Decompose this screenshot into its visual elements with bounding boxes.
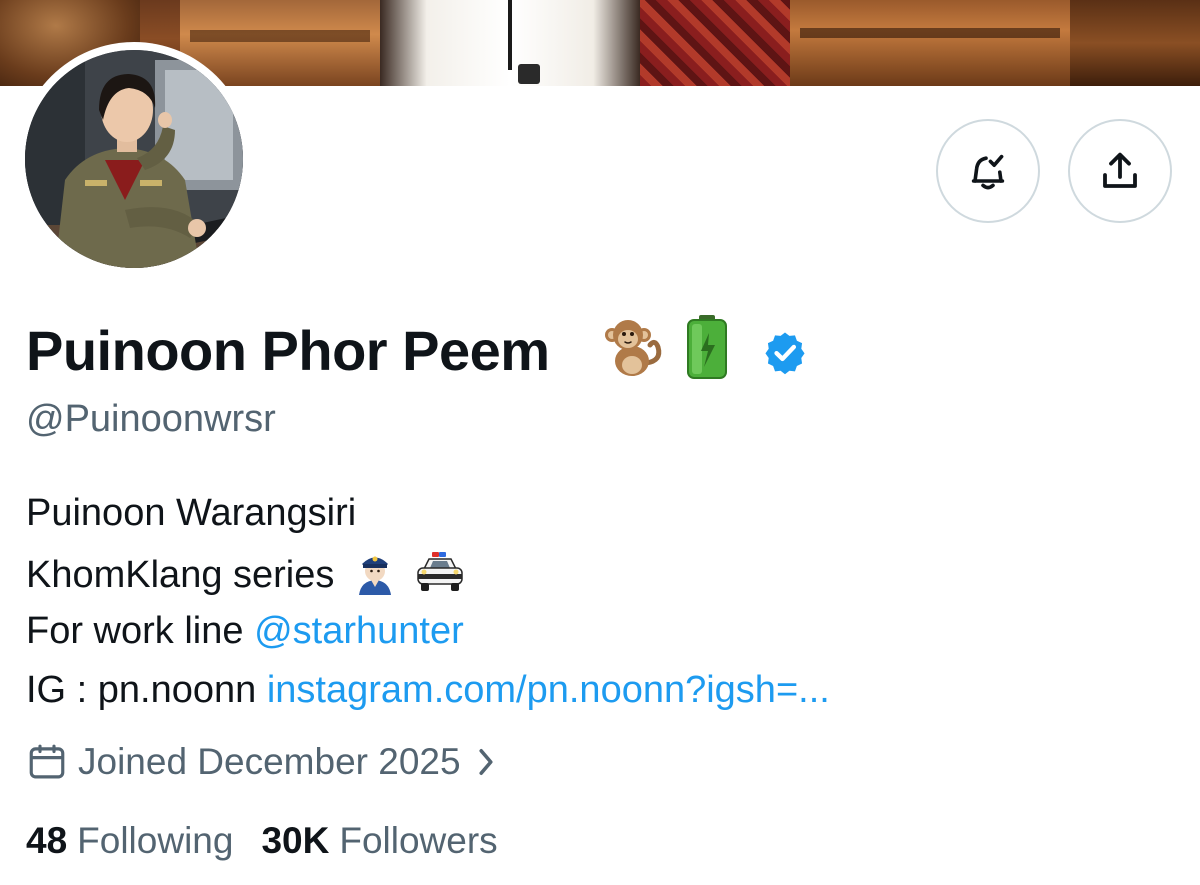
chevron-right-icon — [479, 749, 493, 775]
notify-button[interactable] — [936, 119, 1040, 223]
banner-shape — [508, 0, 512, 70]
joined-date-row[interactable]: Joined December 2025 — [26, 738, 497, 786]
profile-handle: @Puinoonwrsr — [26, 398, 276, 440]
bio-line-instagram: IG : pn.noonn instagram.com/pn.noonn?igs… — [26, 667, 830, 713]
monkey-emoji-icon — [605, 320, 662, 376]
bell-check-icon — [971, 154, 1005, 190]
profile-avatar[interactable] — [17, 42, 251, 276]
bio-ig-text: IG : pn.noonn — [26, 669, 257, 711]
banner-shape — [518, 64, 540, 84]
following-stat-link[interactable]: 48 Following — [26, 818, 233, 864]
following-count: 48 — [26, 820, 68, 861]
followers-stat-link[interactable]: 30K Followers — [261, 818, 497, 864]
calendar-icon — [29, 744, 65, 779]
instagram-link[interactable]: instagram.com/pn.noonn?igsh=... — [267, 669, 830, 711]
bio-line-series: KhomKlang series — [26, 549, 466, 598]
bio-line-work: For work line @starhunter — [26, 608, 464, 654]
avatar-photo — [25, 50, 243, 268]
profile-page: Puinoon Phor Peem @Puinoonwrsr Puinoon W… — [0, 0, 1200, 885]
bio-line-name: Puinoon Warangsiri — [26, 492, 357, 534]
share-button[interactable] — [1068, 119, 1172, 223]
banner-shape — [790, 0, 1070, 86]
verified-badge-icon[interactable] — [762, 329, 808, 375]
banner-shape — [640, 0, 790, 86]
bio-work-text: For work line — [26, 610, 244, 652]
banner-shape — [800, 28, 1060, 38]
display-name: Puinoon Phor Peem — [26, 319, 550, 382]
banner-shape — [1070, 0, 1200, 86]
police-officer-emoji-icon — [358, 556, 391, 595]
joined-date-text: Joined December 2025 — [78, 741, 461, 782]
avatar-portrait-illustration — [25, 50, 243, 268]
banner-shape — [190, 30, 370, 42]
police-car-emoji-icon — [416, 552, 463, 591]
followers-label: Followers — [339, 820, 498, 861]
starhunter-mention-link[interactable]: @starhunter — [254, 610, 464, 652]
bio-series-text: KhomKlang series — [26, 554, 335, 596]
battery-emoji-icon — [687, 315, 727, 379]
followers-count: 30K — [261, 820, 330, 861]
follow-stats: 48 Following 30K Followers — [26, 818, 526, 864]
following-label: Following — [77, 820, 234, 861]
share-upload-icon — [1103, 152, 1137, 188]
